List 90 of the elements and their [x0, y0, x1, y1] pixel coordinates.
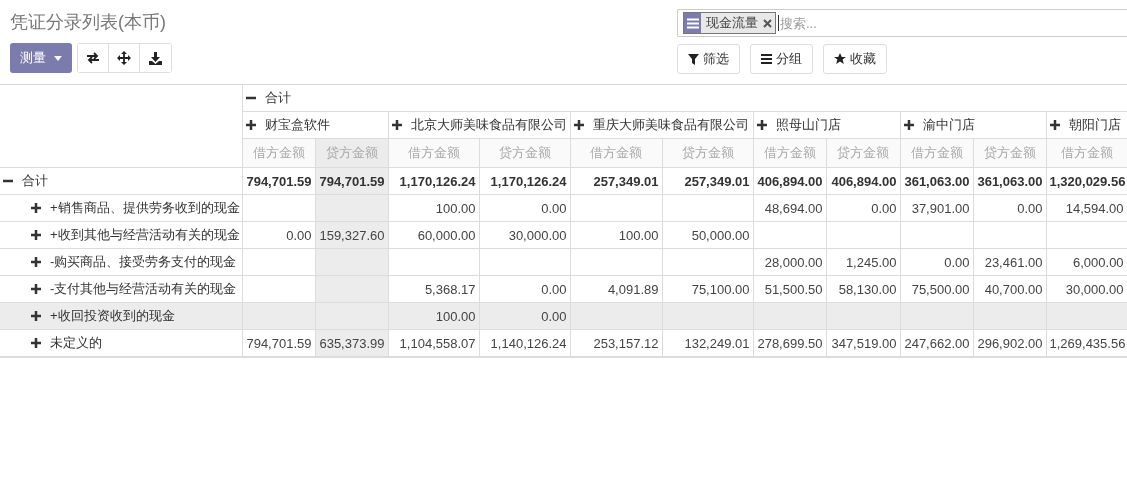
group-by-button[interactable]: 分组	[750, 44, 813, 74]
value-cell: 0.00	[826, 194, 900, 222]
value-cell: 100.00	[388, 194, 479, 222]
value-cell: 347,519.00	[826, 329, 900, 357]
value-cell: 635,373.99	[315, 329, 388, 357]
plus-icon[interactable]	[31, 338, 41, 348]
plus-icon[interactable]	[31, 230, 41, 240]
value-cell: 132,249.01	[662, 329, 753, 357]
plus-icon[interactable]	[391, 120, 402, 130]
plus-icon[interactable]	[31, 257, 41, 267]
column-header[interactable]: 合计	[242, 85, 1127, 112]
filter-icon	[688, 53, 699, 65]
caret-icon	[54, 55, 62, 61]
value-cell: 794,701.59	[242, 167, 315, 195]
column-header[interactable]: 照母山门店	[753, 111, 900, 139]
row-header[interactable]: +销售商品、提供劳务收到的现金	[0, 194, 242, 222]
value-cell: 1,170,126.24	[479, 167, 570, 195]
value-cell: 1,170,126.24	[388, 167, 479, 195]
value-cell: 23,461.00	[973, 248, 1046, 276]
plus-icon[interactable]	[31, 311, 41, 321]
value-cell: 75,100.00	[662, 275, 753, 303]
column-header[interactable]: 北京大师美味食品有限公司	[388, 111, 570, 139]
facet-label: 现金流量	[706, 14, 758, 32]
search-facet[interactable]: 现金流量	[683, 12, 776, 34]
swap-arrows-icon	[86, 52, 100, 64]
value-cell: 257,349.01	[570, 167, 662, 195]
value-cell: 48,694.00	[753, 194, 826, 222]
value-cell: 100.00	[570, 221, 662, 249]
plus-icon[interactable]	[573, 120, 584, 130]
value-cell: 50,000.00	[662, 221, 753, 249]
value-cell: 0.00	[479, 194, 570, 222]
value-cell: 253,157.12	[570, 329, 662, 357]
flip-axis-button[interactable]	[78, 44, 109, 72]
plus-icon[interactable]	[31, 203, 41, 213]
value-cell: 0.00	[900, 248, 973, 276]
value-cell: 361,063.00	[973, 167, 1046, 195]
value-cell: 0.00	[479, 275, 570, 303]
column-header[interactable]: 重庆大师美味食品有限公司	[570, 111, 753, 139]
value-cell: 406,894.00	[826, 167, 900, 195]
column-header[interactable]: 财宝盒软件	[242, 111, 388, 139]
row-header[interactable]: -购买商品、接受劳务支付的现金	[0, 248, 242, 276]
plus-icon[interactable]	[245, 120, 256, 130]
list-icon	[761, 54, 772, 64]
value-cell: 51,500.50	[753, 275, 826, 303]
column-header[interactable]: 朝阳门店	[1046, 111, 1127, 139]
row-header[interactable]: 合计	[0, 167, 242, 195]
value-cell: 0.00	[242, 221, 315, 249]
plus-icon[interactable]	[756, 120, 767, 130]
value-cell: 58,130.00	[826, 275, 900, 303]
value-cell: 406,894.00	[753, 167, 826, 195]
filter-button[interactable]: 筛选	[677, 44, 740, 74]
value-cell: 37,901.00	[900, 194, 973, 222]
move-arrows-icon	[117, 51, 131, 65]
menu-icon	[686, 17, 699, 29]
value-cell: 4,091.89	[570, 275, 662, 303]
value-cell: 28,000.00	[753, 248, 826, 276]
value-cell: 257,349.01	[662, 167, 753, 195]
measures-dropdown-button[interactable]: 测量	[10, 43, 72, 73]
value-cell: 40,700.00	[973, 275, 1046, 303]
value-cell: 278,699.50	[753, 329, 826, 357]
plus-icon[interactable]	[903, 120, 914, 130]
value-cell: 0.00	[973, 194, 1046, 222]
plus-icon[interactable]	[31, 284, 41, 294]
download-icon	[149, 51, 162, 65]
row-header[interactable]: 未定义的	[0, 329, 242, 357]
value-cell: 794,701.59	[315, 167, 388, 195]
value-cell: 75,500.00	[900, 275, 973, 303]
star-icon	[834, 53, 846, 65]
value-cell: 1,140,126.24	[479, 329, 570, 357]
value-cell: 247,662.00	[900, 329, 973, 357]
value-cell: 30,000.00	[479, 221, 570, 249]
value-cell: 361,063.00	[900, 167, 973, 195]
value-cell: 159,327.60	[315, 221, 388, 249]
value-cell: 1,104,558.07	[388, 329, 479, 357]
value-cell: 296,902.00	[973, 329, 1046, 357]
row-header[interactable]: +收回投资收到的现金	[0, 302, 242, 330]
favorites-button[interactable]: 收藏	[823, 44, 887, 74]
value-cell: 794,701.59	[242, 329, 315, 357]
page-title: 凭证分录列表(本币)	[10, 11, 167, 34]
row-header[interactable]: -支付其他与经营活动有关的现金	[0, 275, 242, 303]
close-icon[interactable]	[763, 18, 772, 28]
value-cell: 100.00	[388, 302, 479, 330]
value-cell: 0.00	[479, 302, 570, 330]
column-header[interactable]: 渝中门店	[900, 111, 1046, 139]
value-cell: 1,245.00	[826, 248, 900, 276]
value-cell: 60,000.00	[388, 221, 479, 249]
search-field[interactable]: 现金流量 搜索...	[677, 9, 1127, 37]
plus-icon[interactable]	[1049, 120, 1060, 130]
value-cell: 5,368.17	[388, 275, 479, 303]
row-header[interactable]: +收到其他与经营活动有关的现金	[0, 221, 242, 249]
